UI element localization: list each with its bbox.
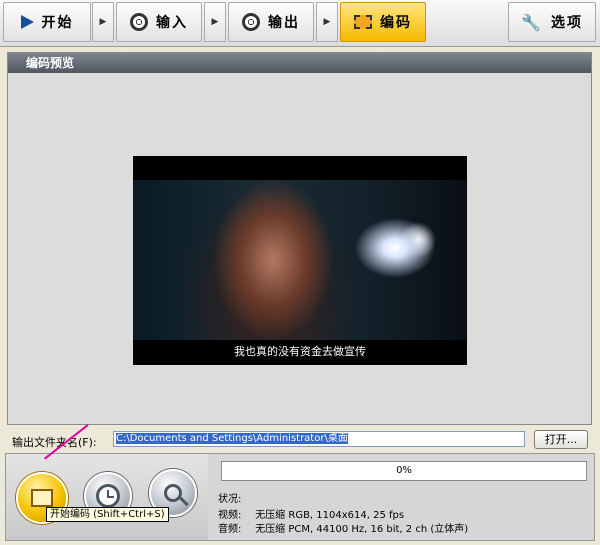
start-encode-tooltip: 开始编码 (Shift+Ctrl+S) xyxy=(46,507,169,522)
control-buttons: 开始编码 (Shift+Ctrl+S) xyxy=(6,454,208,540)
output-folder-input[interactable]: C:\Documents and Settings\Administrator\… xyxy=(113,431,525,447)
audio-info-value: 无压缩 PCM, 44100 Hz, 16 bit, 2 ch (立体声) xyxy=(255,524,469,535)
step-start-label: 开始 xyxy=(41,15,74,31)
film-strip-icon xyxy=(354,15,372,29)
step-bar: 开始 ▶ 输入 ▶ 输出 ▶ 编码 🔧 选项 xyxy=(0,0,600,47)
audio-label: 音频: xyxy=(218,524,242,535)
step-output[interactable]: 输出 xyxy=(228,2,314,42)
video-label: 视频: xyxy=(218,510,242,521)
progress-text: 0% xyxy=(396,465,412,476)
step-arrow-3: ▶ xyxy=(316,2,338,42)
step-options-label: 选项 xyxy=(550,15,583,31)
video-subtitle: 我也真的没有资金去做宣传 xyxy=(234,345,366,358)
step-encode[interactable]: 编码 xyxy=(340,2,426,42)
encode-preview-panel: 编码预览 我也真的没有资金去做宣传 xyxy=(7,52,592,425)
film-strip-icon xyxy=(31,489,53,507)
clock-icon xyxy=(96,484,120,508)
step-start[interactable]: 开始 xyxy=(3,2,91,42)
status-line: 状况: xyxy=(218,490,252,505)
magnifier-icon xyxy=(164,484,182,502)
encode-controls: 开始编码 (Shift+Ctrl+S) 0% 状况: 视频: 无压缩 RGB, … xyxy=(5,453,595,541)
step-input-label: 输入 xyxy=(156,15,188,31)
film-reel-icon xyxy=(242,13,260,31)
step-output-label: 输出 xyxy=(268,15,300,31)
video-info-line: 视频: 无压缩 RGB, 1104x614, 25 fps xyxy=(218,506,404,521)
video-frame xyxy=(133,180,467,340)
wrench-icon: 🔧 xyxy=(521,12,543,32)
panel-title: 编码预览 xyxy=(8,53,591,73)
step-input[interactable]: 输入 xyxy=(116,2,202,42)
step-options[interactable]: 🔧 选项 xyxy=(508,2,596,42)
output-folder-value: C:\Documents and Settings\Administrator\… xyxy=(116,433,348,444)
output-folder-label: 输出文件夹名(F): xyxy=(12,436,97,449)
film-reel-icon xyxy=(130,13,148,31)
video-preview: 我也真的没有资金去做宣传 xyxy=(133,156,467,365)
status-label: 状况: xyxy=(218,494,242,505)
play-icon xyxy=(20,15,34,29)
audio-info-line: 音频: 无压缩 PCM, 44100 Hz, 16 bit, 2 ch (立体声… xyxy=(218,520,468,535)
step-encode-label: 编码 xyxy=(380,15,412,31)
open-folder-button[interactable]: 打开... xyxy=(534,430,588,449)
encode-progress-bar: 0% xyxy=(221,461,587,481)
step-arrow-2: ▶ xyxy=(204,2,226,42)
step-arrow-1: ▶ xyxy=(92,2,114,42)
